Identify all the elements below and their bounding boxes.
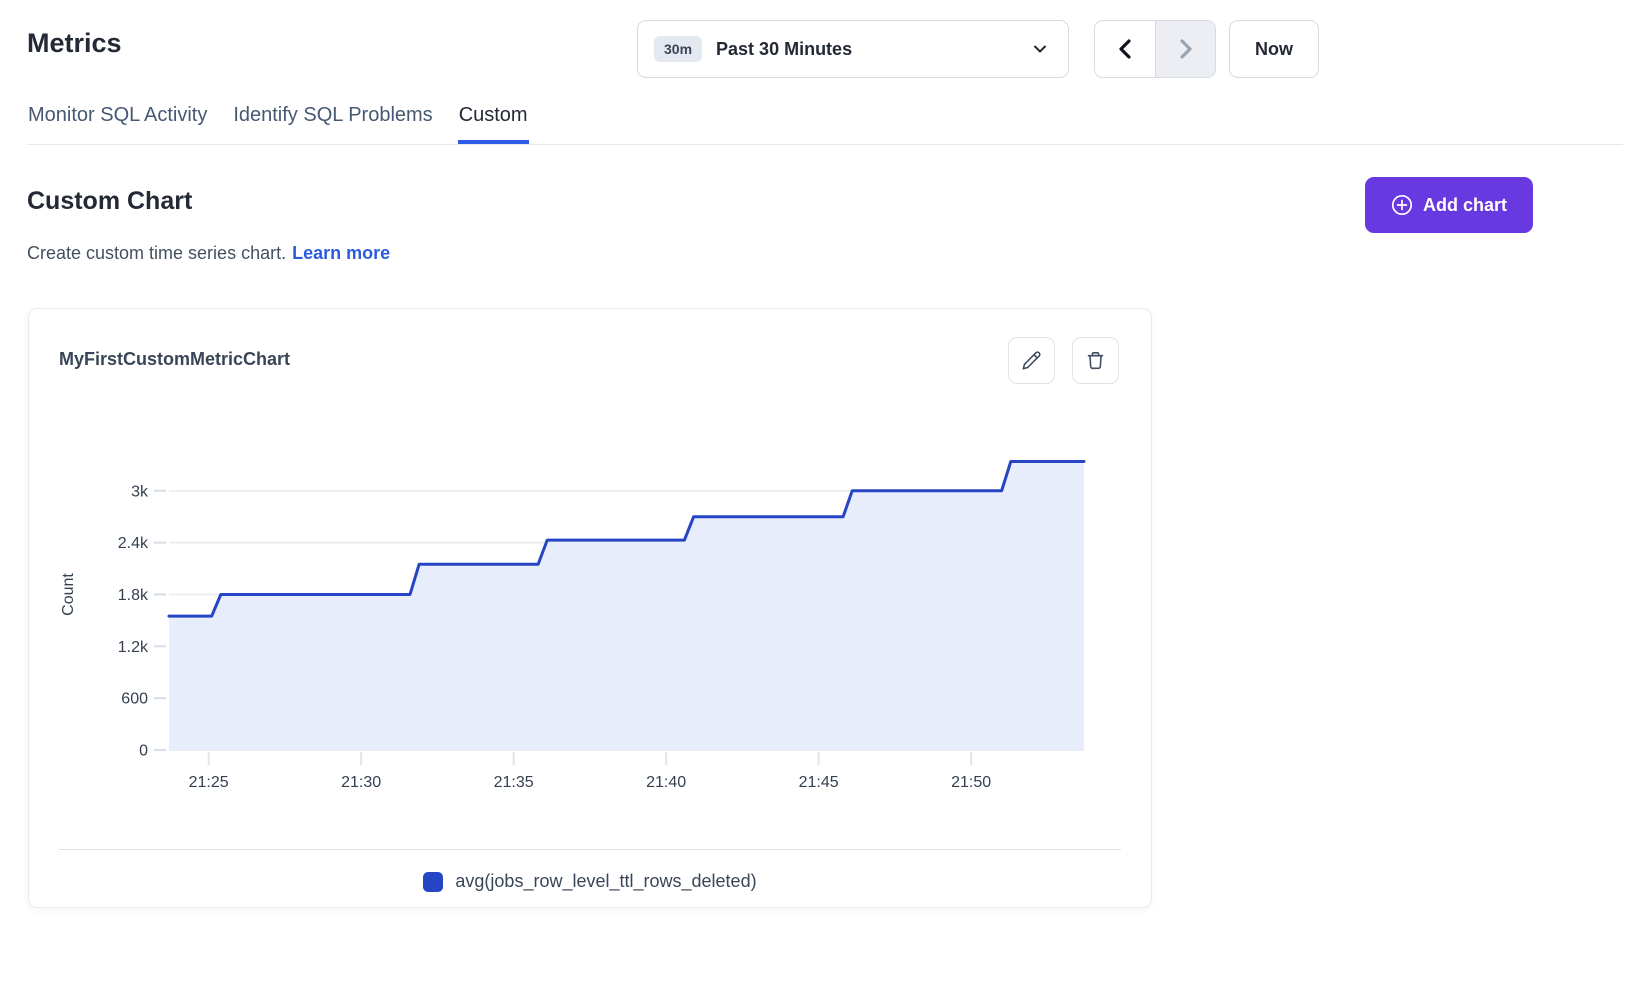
add-chart-button[interactable]: Add chart: [1365, 177, 1533, 233]
legend-divider: [59, 849, 1121, 850]
svg-text:600: 600: [121, 691, 148, 708]
trash-icon: [1085, 350, 1106, 371]
pencil-icon: [1021, 350, 1042, 371]
prev-time-button[interactable]: [1095, 21, 1155, 77]
svg-text:0: 0: [139, 743, 148, 760]
legend-swatch: [423, 872, 443, 892]
chevron-down-icon: [1032, 41, 1048, 57]
edit-chart-button[interactable]: [1008, 337, 1055, 384]
chart-legend: avg(jobs_row_level_ttl_rows_deleted): [29, 871, 1151, 892]
section-subtitle: Create custom time series chart. Learn mo…: [27, 243, 390, 264]
time-range-dropdown[interactable]: 30m Past 30 Minutes: [637, 20, 1069, 78]
svg-text:3k: 3k: [131, 483, 149, 500]
chevron-right-icon: [1177, 38, 1195, 60]
next-time-button[interactable]: [1155, 21, 1215, 77]
tab-identify-sql-problems[interactable]: Identify SQL Problems: [232, 102, 433, 144]
svg-text:21:50: 21:50: [951, 774, 991, 791]
tab-monitor-sql-activity[interactable]: Monitor SQL Activity: [27, 102, 208, 144]
custom-chart-card: MyFirstCustomMetricChart 0 600 1.2k 1.8k 2.4…: [28, 308, 1152, 908]
tab-custom[interactable]: Custom: [458, 102, 529, 144]
custom-chart-svg: 0 600 1.2k 1.8k 2.4k 3k 21:25 21:30 21:35 21:40 21…: [57, 391, 1125, 811]
time-range-label: Past 30 Minutes: [716, 39, 1018, 60]
time-range-badge: 30m: [654, 36, 702, 62]
svg-text:21:30: 21:30: [341, 774, 381, 791]
time-controls: 30m Past 30 Minutes Now: [637, 20, 1319, 78]
svg-text:21:40: 21:40: [646, 774, 686, 791]
chart-title: MyFirstCustomMetricChart: [59, 349, 290, 370]
add-chart-label: Add chart: [1423, 195, 1507, 216]
metrics-page: Metrics 30m Past 30 Minutes Now Monitor: [0, 0, 1650, 982]
section-title: Custom Chart: [27, 187, 192, 216]
svg-text:21:25: 21:25: [189, 774, 229, 791]
tab-bar: Monitor SQL Activity Identify SQL Proble…: [27, 102, 1623, 145]
svg-text:1.8k: 1.8k: [118, 587, 149, 604]
svg-text:1.2k: 1.2k: [118, 639, 149, 656]
now-button[interactable]: Now: [1229, 20, 1319, 78]
svg-text:Count: Count: [60, 573, 77, 616]
learn-more-link[interactable]: Learn more: [292, 243, 390, 263]
chart-plot-area[interactable]: 0 600 1.2k 1.8k 2.4k 3k 21:25 21:30 21:35 21:40 21…: [57, 391, 1125, 811]
subtitle-text: Create custom time series chart.: [27, 243, 286, 263]
page-title: Metrics: [27, 28, 122, 59]
legend-label: avg(jobs_row_level_ttl_rows_deleted): [455, 871, 756, 892]
plus-circle-icon: [1391, 194, 1413, 216]
time-pager: [1094, 20, 1216, 78]
svg-text:21:35: 21:35: [494, 774, 534, 791]
chart-actions: [1008, 337, 1119, 384]
svg-text:21:45: 21:45: [799, 774, 839, 791]
delete-chart-button[interactable]: [1072, 337, 1119, 384]
chevron-left-icon: [1116, 38, 1134, 60]
svg-text:2.4k: 2.4k: [118, 535, 149, 552]
